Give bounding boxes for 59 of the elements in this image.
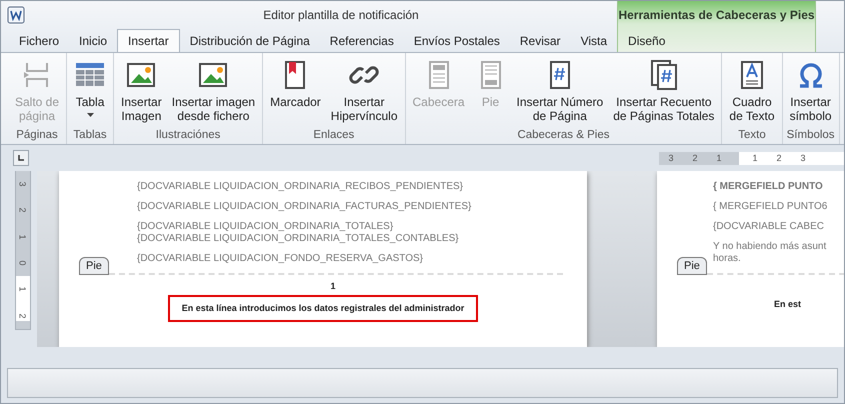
field-code: { MERGEFIELD PUNTO6: [713, 201, 828, 213]
ruler-number: 3: [799, 153, 806, 163]
group-label: Páginas: [15, 129, 59, 143]
ribbon-button[interactable]: Insertar Hipervínculo: [326, 57, 402, 129]
field-code: Y no habiendo más asunt: [713, 241, 828, 253]
contextual-tab-title: Herramientas de Cabeceras y Pies: [618, 7, 815, 24]
tab-stop-icon: [17, 154, 25, 162]
ribbon-tab[interactable]: Fichero: [9, 29, 70, 52]
page-number: 1: [330, 281, 336, 291]
field-code: {DOCVARIABLE CABEC: [713, 221, 825, 233]
footer-text: En est: [773, 298, 802, 311]
field-code: {DOCVARIABLE LIQUIDACION_ORDINARIA_RECIBOS_PENDIENTES}: [137, 181, 464, 193]
horizontal-ruler[interactable]: 3 2 1 1 2 3: [659, 152, 844, 164]
ribbon-button[interactable]: Insertar Número de Página: [512, 57, 608, 129]
ruler-number: 1: [18, 286, 28, 292]
window-title: Editor plantilla de notificación: [262, 8, 420, 22]
ribbon-tab[interactable]: Inicio: [69, 29, 118, 52]
group-label: Símbolos: [786, 129, 836, 143]
ribbon-button[interactable]: Tabla: [70, 57, 110, 129]
group-label: Tablas: [72, 129, 108, 143]
field-code: {DOCVARIABLE LIQUIDACION_ORDINARIA_TOTALES}: [137, 221, 394, 233]
ribbon-tab[interactable]: Revisar: [510, 29, 571, 52]
field-code: {DOCVARIABLE LIQUIDACION_FONDO_RESERVA_GASTOS}: [137, 253, 424, 265]
ribbon-tab[interactable]: Diseño: [618, 29, 676, 52]
field-code: horas.: [713, 253, 742, 265]
ribbon-button[interactable]: Insertar Imagen: [117, 57, 166, 129]
tab-stop-selector[interactable]: [13, 150, 29, 166]
ruler-number: 1: [18, 234, 28, 240]
ruler-number: 2: [691, 153, 698, 163]
footer-tag: Pie: [677, 257, 707, 275]
ruler-number: 2: [18, 208, 28, 213]
footer-tag: Pie: [79, 257, 109, 275]
ribbon-button[interactable]: Insertar símbolo: [786, 57, 836, 129]
group-label: Cabeceras & Pies: [516, 129, 610, 143]
ruler-number: 1: [751, 153, 758, 163]
ribbon-tab[interactable]: Referencias: [320, 29, 404, 52]
field-code: {DOCVARIABLE LIQUIDACION_ORDINARIA_FACTURAS_PENDIENTES}: [137, 201, 472, 213]
field-code: { MERGEFIELD PUNTO: [713, 181, 824, 193]
ruler-number: 2: [18, 313, 28, 318]
ribbon-tab[interactable]: Envíos Postales: [404, 29, 510, 52]
ruler-number: 3: [18, 182, 28, 187]
ribbon-button[interactable]: Insertar Recuento de Páginas Totales: [609, 57, 718, 129]
ruler-number: 1: [715, 153, 722, 163]
group-label: Ilustraciónes: [154, 129, 222, 143]
ribbon-tab[interactable]: Distribución de Página: [180, 29, 320, 52]
ruler-number: 3: [667, 153, 674, 163]
vertical-ruler[interactable]: 3 2 1 0 1 2: [15, 171, 31, 330]
ruler-number: 2: [775, 153, 782, 163]
ruler-number: 0: [18, 260, 28, 266]
ribbon-tab[interactable]: Vista: [570, 29, 618, 52]
group-label: Enlaces: [312, 129, 356, 143]
field-code: {DOCVARIABLE LIQUIDACION_ORDINARIA_TOTALES_CONTABLES}: [137, 233, 460, 245]
ribbon-tab[interactable]: Insertar: [117, 29, 180, 52]
ribbon-button[interactable]: Cuadro de Texto: [725, 57, 779, 129]
app-icon[interactable]: [7, 6, 25, 24]
ribbon-button[interactable]: Marcador: [266, 57, 325, 129]
group-label: Texto: [737, 129, 767, 143]
ribbon-button[interactable]: Insertar imagen desde fichero: [168, 57, 260, 129]
footer-text: En esta línea introducimos los datos registrales del administrador: [168, 295, 478, 322]
